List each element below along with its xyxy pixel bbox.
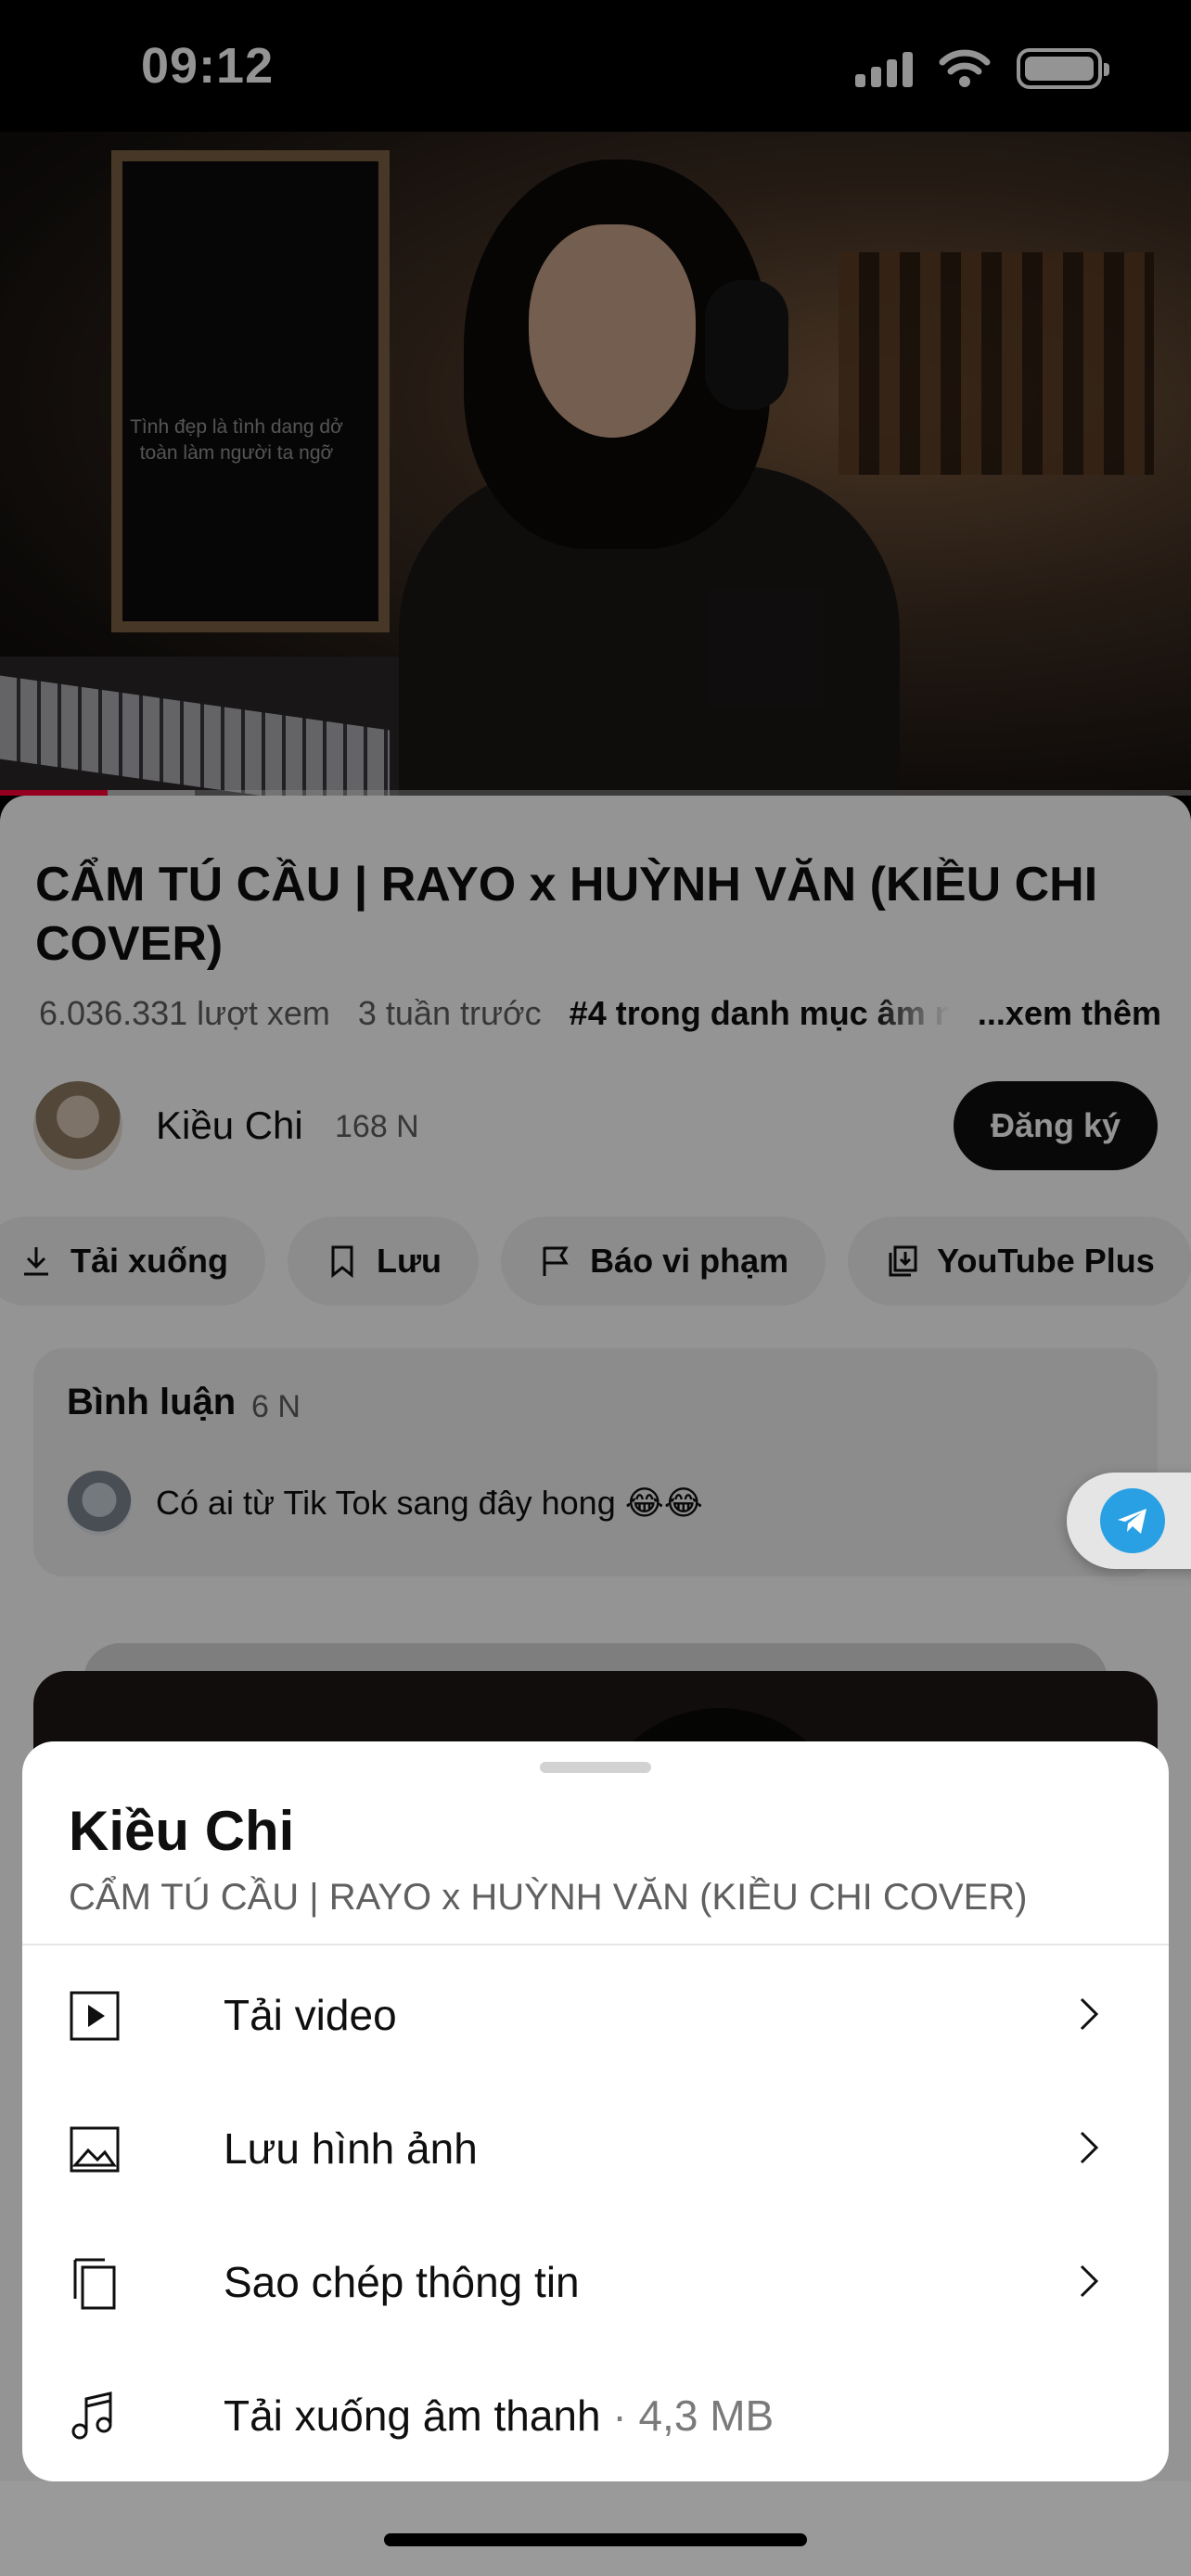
chevron-right-icon <box>1080 1997 1099 2031</box>
menu-item-download-video[interactable]: Tải video <box>22 1947 1169 2081</box>
share-bottom-sheet: Kiều Chi CẨM TÚ CẦU | RAYO x HUỲNH VĂN (… <box>22 1741 1169 2481</box>
menu-item-save-image[interactable]: Lưu hình ảnh <box>22 2081 1169 2214</box>
telegram-share-button[interactable] <box>1067 1473 1191 1569</box>
sheet-menu: Tải video Lưu hình ảnh Sao chép thông ti… <box>22 1947 1169 2481</box>
sheet-video-title: CẨM TÚ CẦU | RAYO x HUỲNH VĂN (KIỀU CHI … <box>69 1877 1028 1918</box>
menu-item-download-audio[interactable]: Tải xuống âm thanh · 4,3 MB <box>22 2348 1169 2481</box>
sheet-channel-name: Kiều Chi <box>69 1800 295 1862</box>
home-indicator[interactable] <box>384 2533 807 2546</box>
audio-size: · 4,3 MB <box>600 2391 775 2440</box>
sheet-divider <box>22 1944 1169 1945</box>
menu-item-copy-info[interactable]: Sao chép thông tin <box>22 2214 1169 2348</box>
chevron-right-icon <box>1080 2131 1099 2164</box>
image-icon <box>67 2122 122 2177</box>
telegram-icon <box>1100 1488 1165 1553</box>
sheet-grabber[interactable] <box>540 1762 651 1773</box>
audio-label: Tải xuống âm thanh <box>224 2391 601 2440</box>
backdrop-bottom <box>0 2481 1191 2576</box>
copy-icon <box>67 2255 122 2311</box>
play-square-icon <box>67 1988 122 2044</box>
chevron-right-icon <box>1080 2264 1099 2298</box>
music-note-icon <box>67 2389 122 2444</box>
